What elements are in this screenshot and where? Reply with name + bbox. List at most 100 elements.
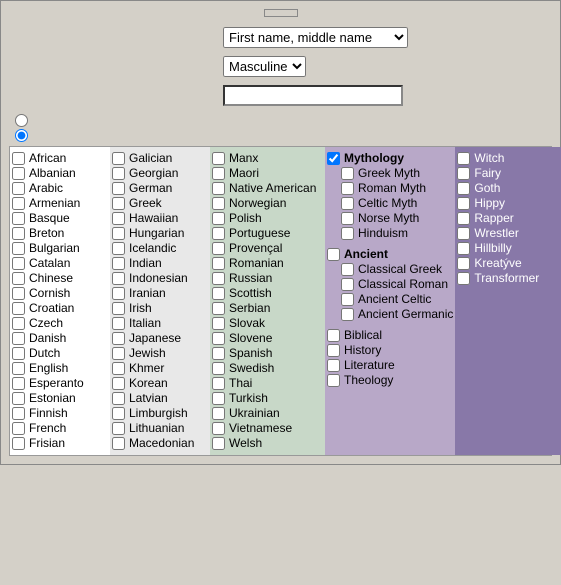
category-label[interactable]: Ancient Germanic	[358, 307, 453, 321]
category-label[interactable]: Kreatýve	[474, 256, 521, 270]
category-label[interactable]: Hawaiian	[129, 211, 178, 225]
category-label[interactable]: Georgian	[129, 166, 178, 180]
category-label[interactable]: Basque	[29, 211, 70, 225]
category-checkbox[interactable]	[12, 317, 25, 330]
category-label[interactable]: Frisian	[29, 436, 65, 450]
category-checkbox[interactable]	[112, 167, 125, 180]
category-checkbox[interactable]	[112, 152, 125, 165]
category-label[interactable]: Biblical	[344, 328, 382, 342]
category-checkbox[interactable]	[212, 287, 225, 300]
category-checkbox[interactable]	[112, 437, 125, 450]
category-label[interactable]: Manx	[229, 151, 258, 165]
category-checkbox[interactable]	[112, 407, 125, 420]
category-label[interactable]: Swedish	[229, 361, 274, 375]
ancient-label[interactable]: Ancient	[344, 247, 388, 261]
category-checkbox[interactable]	[12, 392, 25, 405]
ancient-checkbox[interactable]	[327, 248, 340, 261]
category-label[interactable]: Irish	[129, 301, 152, 315]
category-label[interactable]: Lithuanian	[129, 421, 184, 435]
category-checkbox[interactable]	[212, 182, 225, 195]
category-checkbox[interactable]	[12, 257, 25, 270]
category-label[interactable]: Hungarian	[129, 226, 184, 240]
surname-input[interactable]	[223, 85, 403, 106]
category-label[interactable]: Native American	[229, 181, 316, 195]
category-label[interactable]: Theology	[344, 373, 393, 387]
category-label[interactable]: Transformer	[474, 271, 539, 285]
category-label[interactable]: Finnish	[29, 406, 68, 420]
category-checkbox[interactable]	[112, 317, 125, 330]
category-checkbox[interactable]	[341, 197, 354, 210]
category-label[interactable]: Romanian	[229, 256, 284, 270]
category-checkbox[interactable]	[212, 212, 225, 225]
category-label[interactable]: Classical Roman	[358, 277, 448, 291]
category-label[interactable]: Esperanto	[29, 376, 84, 390]
category-checkbox[interactable]	[12, 197, 25, 210]
category-checkbox[interactable]	[212, 257, 225, 270]
category-checkbox[interactable]	[341, 227, 354, 240]
category-label[interactable]: Witch	[474, 151, 504, 165]
category-label[interactable]: Cornish	[29, 286, 70, 300]
category-checkbox[interactable]	[212, 422, 225, 435]
mythology-checkbox[interactable]	[327, 152, 340, 165]
category-label[interactable]: Rapper	[474, 211, 513, 225]
category-checkbox[interactable]	[341, 308, 354, 321]
category-label[interactable]: Korean	[129, 376, 168, 390]
category-label[interactable]: Bulgarian	[29, 241, 80, 255]
category-label[interactable]: Turkish	[229, 391, 268, 405]
category-checkbox[interactable]	[12, 182, 25, 195]
category-checkbox[interactable]	[212, 152, 225, 165]
category-checkbox[interactable]	[212, 317, 225, 330]
category-label[interactable]: Breton	[29, 226, 64, 240]
category-checkbox[interactable]	[12, 407, 25, 420]
all-categories-radio[interactable]	[15, 114, 28, 127]
category-checkbox[interactable]	[212, 407, 225, 420]
category-label[interactable]: Scottish	[229, 286, 272, 300]
category-checkbox[interactable]	[12, 287, 25, 300]
category-label[interactable]: French	[29, 421, 66, 435]
category-checkbox[interactable]	[112, 212, 125, 225]
category-checkbox[interactable]	[457, 167, 470, 180]
category-label[interactable]: Greek Myth	[358, 166, 420, 180]
category-label[interactable]: African	[29, 151, 66, 165]
category-checkbox[interactable]	[12, 212, 25, 225]
category-checkbox[interactable]	[12, 167, 25, 180]
category-checkbox[interactable]	[12, 227, 25, 240]
category-checkbox[interactable]	[327, 344, 340, 357]
category-label[interactable]: Spanish	[229, 346, 272, 360]
category-checkbox[interactable]	[457, 182, 470, 195]
category-label[interactable]: Classical Greek	[358, 262, 442, 276]
category-label[interactable]: Latvian	[129, 391, 168, 405]
category-label[interactable]: Thai	[229, 376, 252, 390]
category-checkbox[interactable]	[457, 197, 470, 210]
category-checkbox[interactable]	[112, 377, 125, 390]
category-checkbox[interactable]	[327, 329, 340, 342]
category-checkbox[interactable]	[12, 242, 25, 255]
category-checkbox[interactable]	[12, 362, 25, 375]
category-checkbox[interactable]	[457, 257, 470, 270]
category-label[interactable]: Norse Myth	[358, 211, 419, 225]
category-checkbox[interactable]	[341, 212, 354, 225]
category-checkbox[interactable]	[212, 437, 225, 450]
category-label[interactable]: Dutch	[29, 346, 60, 360]
category-label[interactable]: Ukrainian	[229, 406, 280, 420]
category-label[interactable]: Catalan	[29, 256, 70, 270]
category-label[interactable]: Khmer	[129, 361, 164, 375]
category-label[interactable]: Hippy	[474, 196, 505, 210]
category-checkbox[interactable]	[112, 227, 125, 240]
category-checkbox[interactable]	[112, 332, 125, 345]
category-checkbox[interactable]	[112, 272, 125, 285]
category-label[interactable]: Literature	[344, 358, 395, 372]
category-label[interactable]: Danish	[29, 331, 66, 345]
category-checkbox[interactable]	[212, 167, 225, 180]
category-label[interactable]: Iranian	[129, 286, 166, 300]
category-label[interactable]: Fairy	[474, 166, 501, 180]
category-checkbox[interactable]	[12, 272, 25, 285]
category-label[interactable]: Provençal	[229, 241, 282, 255]
category-checkbox[interactable]	[212, 362, 225, 375]
category-label[interactable]: Hinduism	[358, 226, 408, 240]
category-checkbox[interactable]	[457, 152, 470, 165]
category-checkbox[interactable]	[212, 227, 225, 240]
category-label[interactable]: Wrestler	[474, 226, 518, 240]
category-label[interactable]: History	[344, 343, 381, 357]
category-checkbox[interactable]	[112, 362, 125, 375]
